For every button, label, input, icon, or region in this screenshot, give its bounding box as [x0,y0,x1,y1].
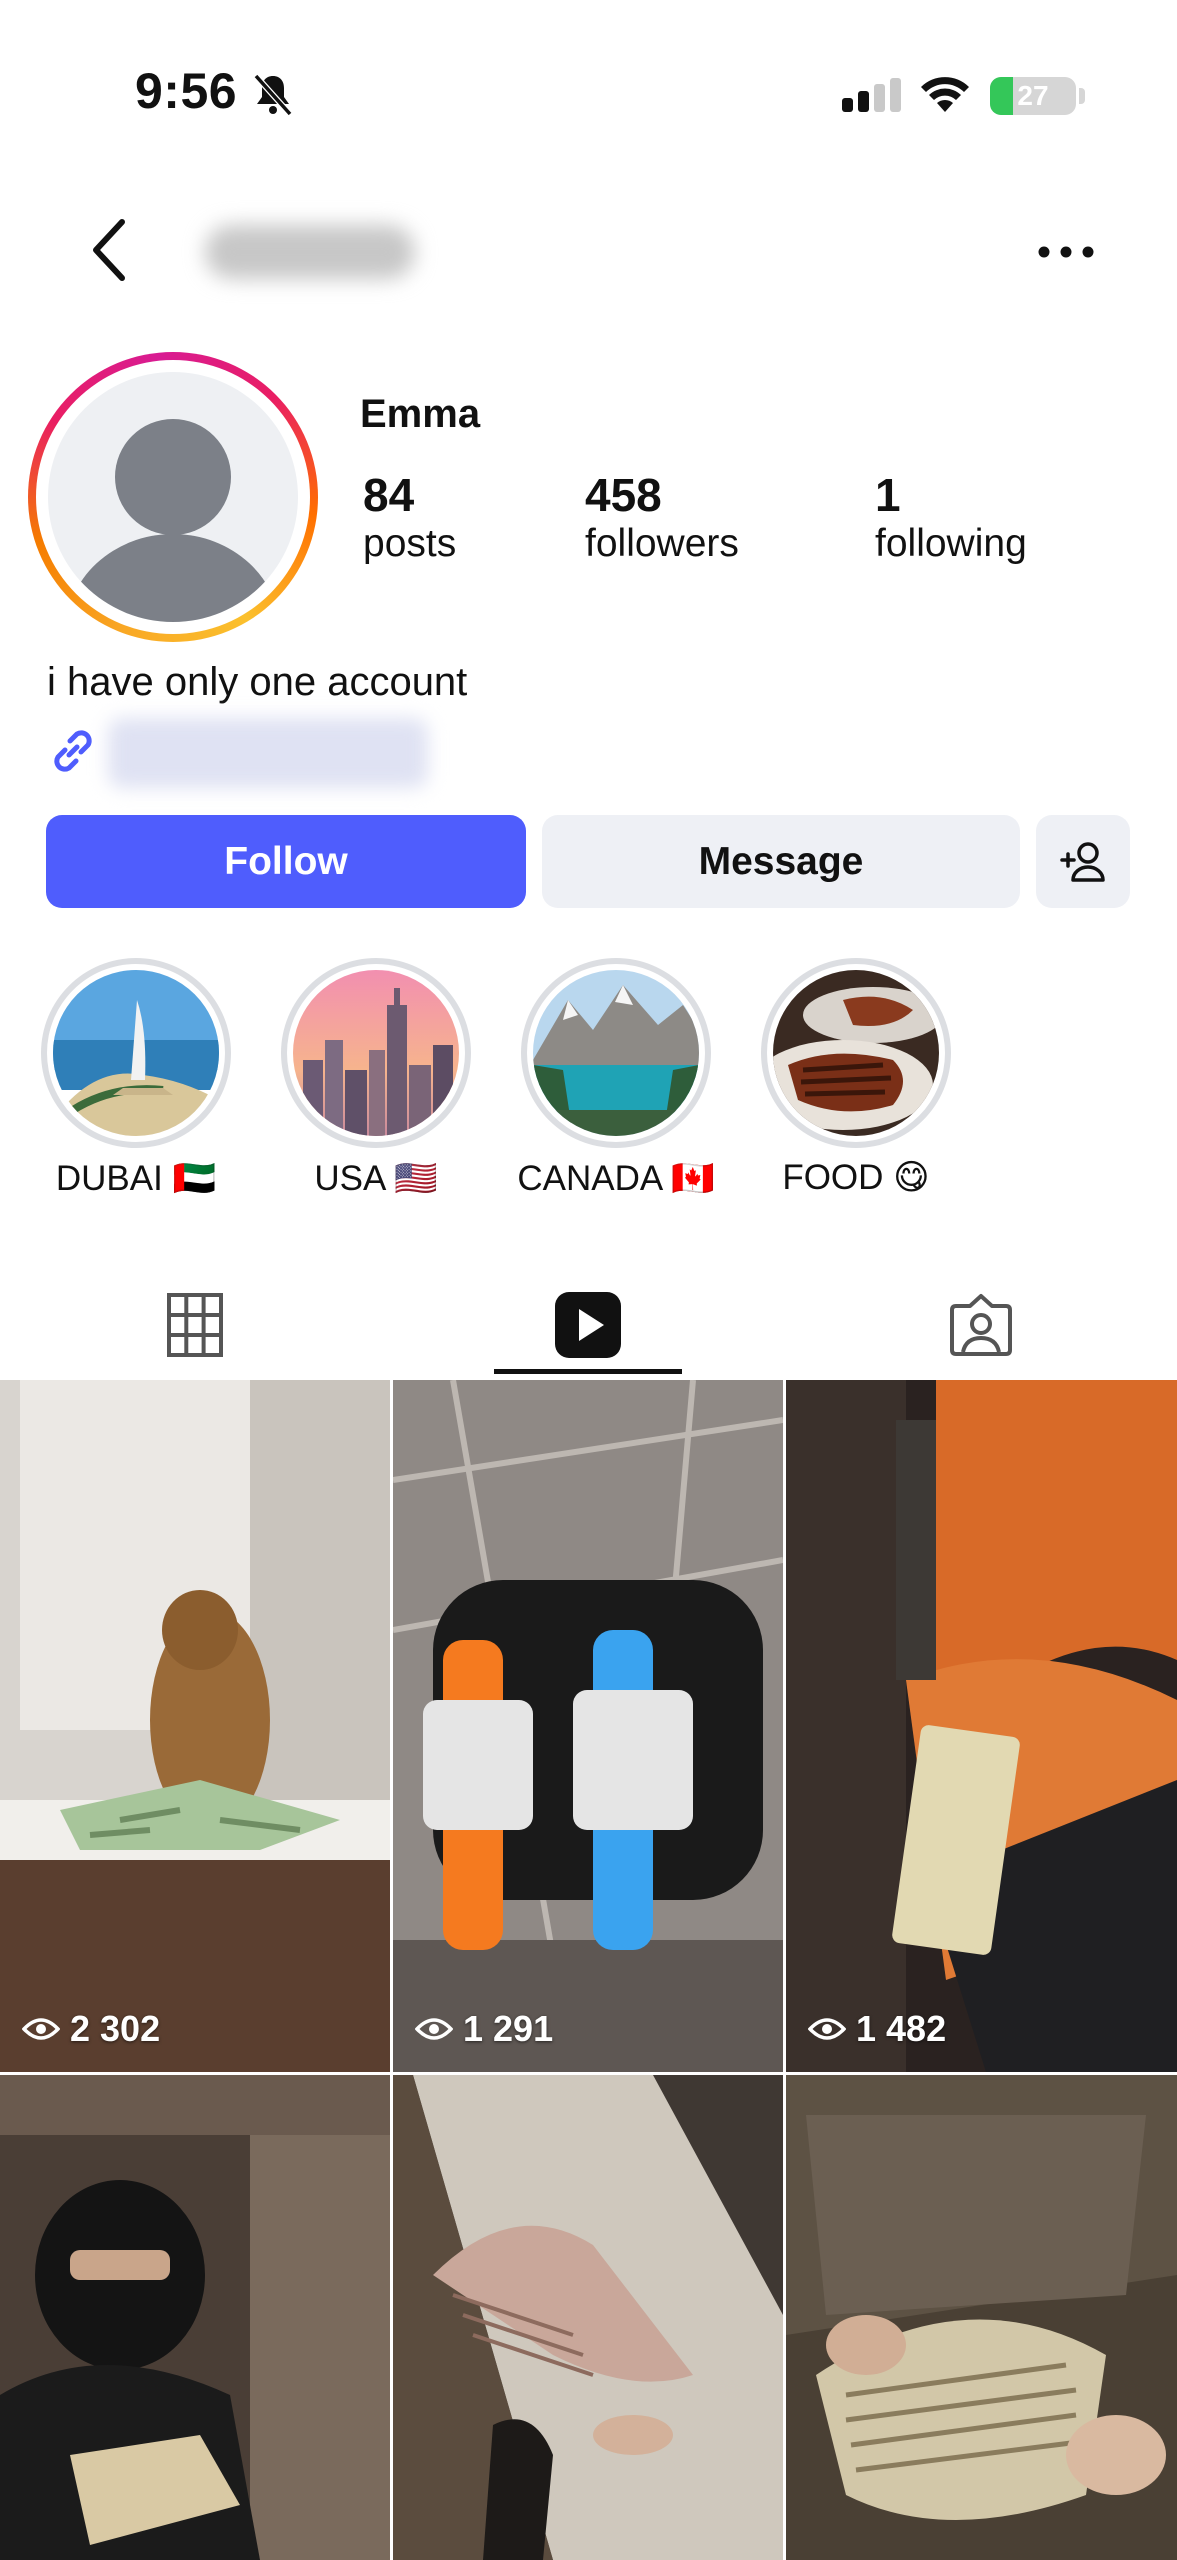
grid-icon [167,1293,223,1357]
status-time: 9:56 [135,63,238,119]
selected-tab-indicator [494,1369,682,1374]
display-name: Emma [360,392,481,436]
following-count[interactable]: 1 following [875,470,1027,567]
view-count-text: 2 302 [70,2008,161,2049]
reel-thumbnail[interactable] [0,2075,390,2560]
cellular-signal-icon [842,78,901,112]
stat-value: 84 [363,469,415,521]
bell-muted-icon [253,73,293,116]
stat-label: followers [585,521,739,565]
stat-label: following [875,521,1027,565]
story-ring[interactable] [28,352,318,642]
highlight-label: USA 🇺🇸 [314,1159,438,1198]
highlight-cover-image [533,970,699,1136]
view-count: 2 302 [22,2008,160,2050]
eye-icon [22,2018,60,2040]
stat-value: 1 [875,469,901,521]
view-count: 1 291 [415,2008,553,2050]
stat-value: 458 [585,469,662,521]
default-avatar-icon [65,419,281,622]
reel-thumbnail[interactable]: 2 302 [0,1380,390,2072]
reel-thumbnail[interactable] [786,2075,1177,2560]
avatar [48,372,298,622]
highlight-cover-image [53,970,219,1136]
reels-icon [555,1292,621,1358]
tab-reels[interactable] [493,1270,683,1380]
tab-tagged[interactable] [886,1270,1076,1380]
reel-thumbnail[interactable] [393,2075,783,2560]
bio-link-redacted[interactable] [108,718,428,788]
highlight-cover-image [293,970,459,1136]
battery-level: 27 [1017,80,1049,111]
reel-thumbnail[interactable]: 1 291 [393,1380,783,2072]
tab-posts-grid[interactable] [100,1270,290,1380]
battery-icon: 27 [990,77,1076,115]
tagged-icon [950,1294,1012,1356]
reels-grid: 2 302 1 291 1 482 [0,1380,1177,2560]
view-count-text: 1 291 [463,2008,554,2049]
eye-icon [808,2018,846,2040]
suggested-users-button[interactable] [1036,815,1130,908]
view-count: 1 482 [808,2008,946,2050]
more-options-icon[interactable] [1030,230,1102,274]
stat-label: posts [363,521,457,565]
status-bar: 9:56 27 [0,0,1177,150]
highlight-label: FOOD 😋 [782,1158,930,1197]
back-chevron-icon[interactable] [78,210,138,290]
view-count-text: 1 482 [856,2008,947,2049]
wifi-icon [921,77,969,112]
link-icon [54,730,92,772]
highlight-label: DUBAI 🇦🇪 [55,1159,217,1198]
highlight-label: CANADA 🇨🇦 [517,1159,715,1198]
reel-thumbnail[interactable]: 1 482 [786,1380,1177,2072]
highlight-cover-image [773,970,939,1136]
username-redacted [205,225,415,279]
add-user-icon [1060,841,1105,882]
message-button[interactable]: Message [542,815,1020,908]
eye-icon [415,2018,453,2040]
bio-text: i have only one account [47,660,468,704]
posts-count[interactable]: 84 posts [363,470,456,567]
follow-button[interactable]: Follow [46,815,526,908]
battery-cap [1079,88,1085,104]
followers-count[interactable]: 458 followers [585,470,739,567]
